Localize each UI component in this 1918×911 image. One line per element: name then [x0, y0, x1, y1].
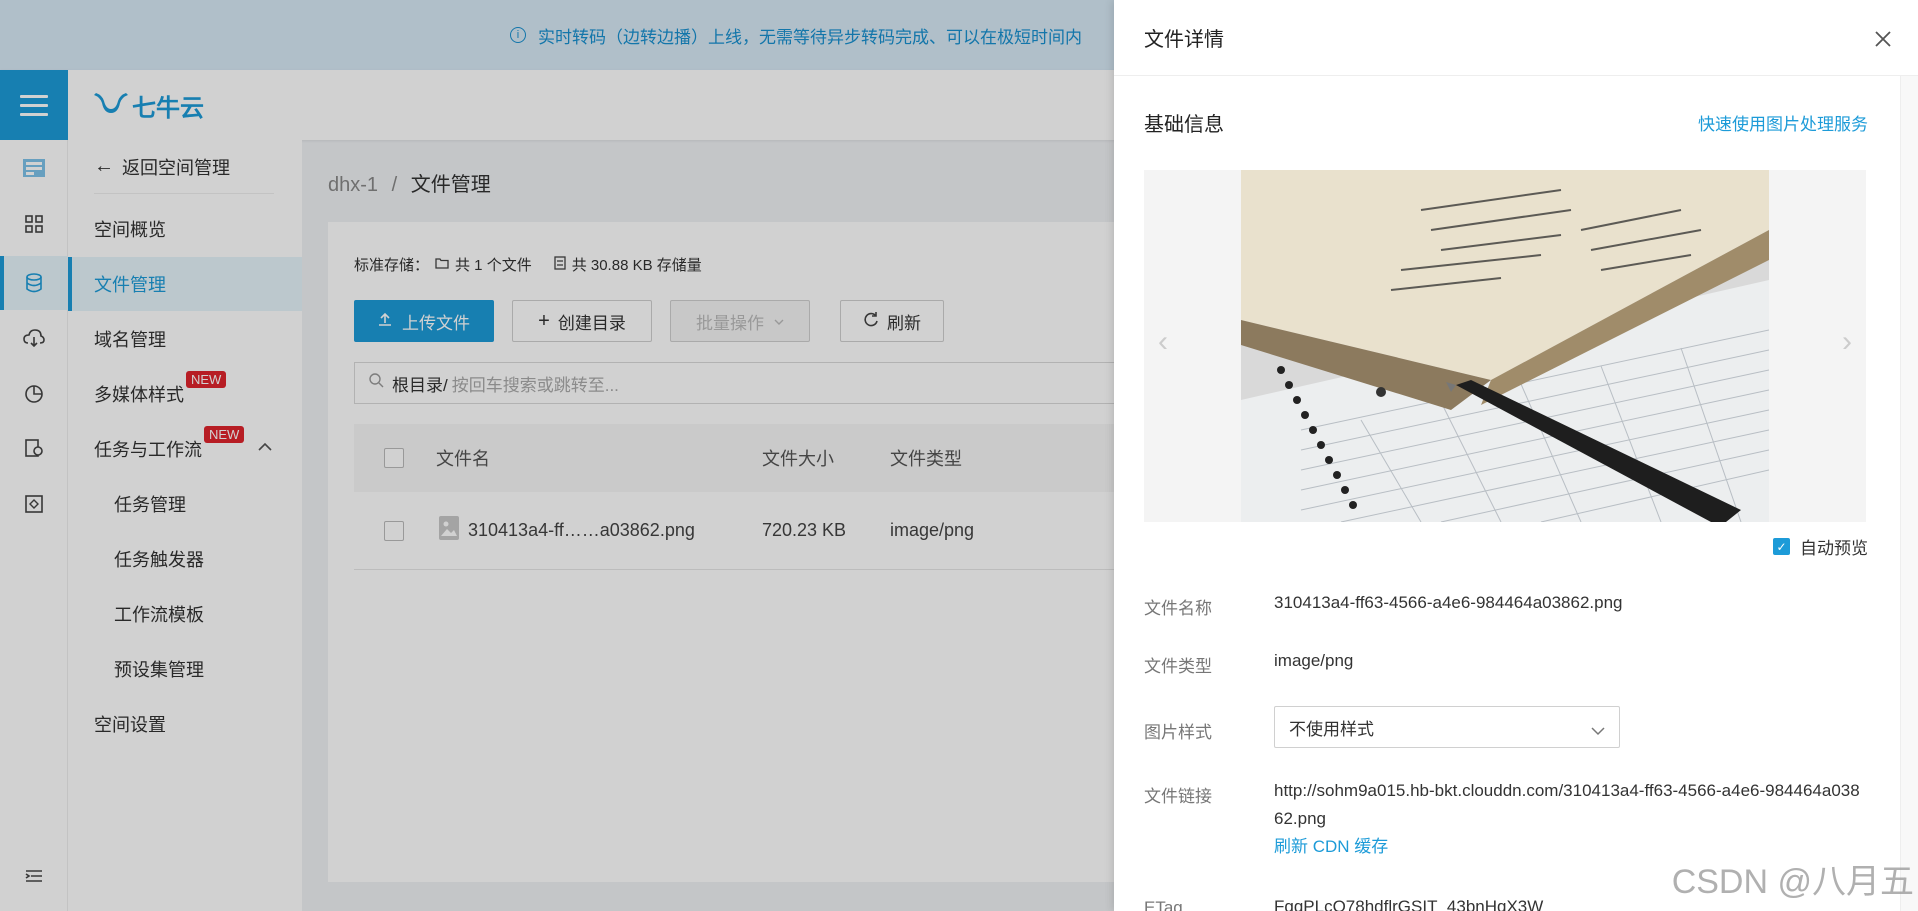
- watermark: CSDN @八月五: [1671, 863, 1914, 901]
- drawer-title: 文件详情: [1144, 29, 1224, 51]
- checkmark-icon: ✓: [1773, 538, 1790, 555]
- modal-backdrop[interactable]: [0, 0, 1114, 911]
- field-label: 文件链接: [1144, 787, 1212, 806]
- prev-arrow-icon[interactable]: ‹: [1158, 325, 1168, 359]
- drawer-scrollbar[interactable]: [1900, 76, 1918, 911]
- image-processing-link[interactable]: 快速使用图片处理服务: [1698, 110, 1868, 135]
- close-icon[interactable]: [1874, 24, 1892, 55]
- drawer-header: 文件详情: [1114, 0, 1918, 76]
- file-details-drawer: 文件详情 基础信息 快速使用图片处理服务 ‹ › ✓ 自动预览 文件名称 310…: [1114, 0, 1918, 911]
- chevron-down-icon: [1591, 721, 1605, 741]
- field-label: 文件名称: [1144, 599, 1212, 618]
- field-label: ETag: [1144, 898, 1183, 911]
- next-arrow-icon[interactable]: ›: [1842, 325, 1852, 359]
- field-label: 文件类型: [1144, 657, 1212, 676]
- preview-image: [1241, 170, 1769, 522]
- auto-preview-checkbox[interactable]: ✓ 自动预览: [1773, 534, 1868, 559]
- field-value: image/png: [1274, 651, 1354, 670]
- image-style-select[interactable]: 不使用样式: [1274, 706, 1620, 748]
- section-title: 基础信息: [1144, 114, 1224, 136]
- image-preview: ‹ ›: [1144, 170, 1866, 522]
- field-value: 310413a4-ff63-4566-a4e6-984464a03862.png: [1274, 593, 1623, 612]
- select-value: 不使用样式: [1289, 719, 1374, 739]
- file-link-value[interactable]: http://sohm9a015.hb-bkt.clouddn.com/3104…: [1274, 777, 1864, 833]
- auto-preview-label: 自动预览: [1800, 539, 1868, 558]
- field-label: 图片样式: [1144, 723, 1212, 742]
